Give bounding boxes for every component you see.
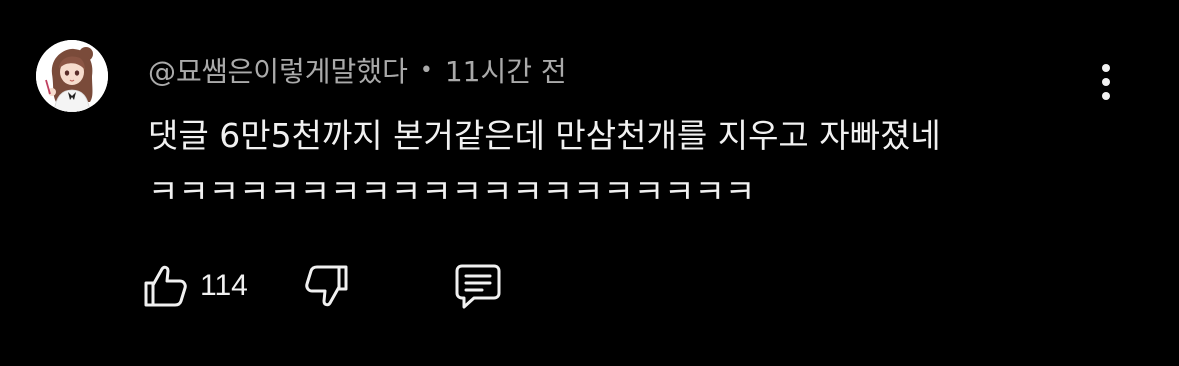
comment-bubble-icon [455, 264, 501, 309]
reply-button[interactable] [452, 260, 504, 312]
like-count: 114 [200, 269, 248, 302]
like-button[interactable]: 114 [140, 261, 248, 311]
comment-actions: 114 [140, 256, 504, 316]
comment-text: 댓글 6만5천까지 본거같은데 만삼천개를 지우고 자빠졌네 ㅋㅋㅋㅋㅋㅋㅋㅋㅋ… [148, 116, 941, 211]
meta-separator: • [419, 57, 433, 83]
comment-meta: @묘쌤은이렇게말했다 • 11시간 전 [148, 50, 567, 90]
comment-item: @묘쌤은이렇게말했다 • 11시간 전 댓글 6만5천까지 본거같은데 만삼천개… [0, 0, 1179, 366]
more-vertical-icon [1102, 64, 1110, 100]
thumbs-up-icon [144, 265, 187, 307]
author-name[interactable]: @묘쌤은이렇게말했다 [148, 50, 408, 90]
comment-timestamp[interactable]: 11시간 전 [445, 50, 567, 90]
thumbs-down-icon [305, 265, 348, 307]
avatar[interactable] [36, 40, 108, 112]
dislike-button[interactable] [302, 261, 352, 311]
more-options-button[interactable] [1088, 60, 1124, 104]
avatar-image [36, 40, 108, 112]
